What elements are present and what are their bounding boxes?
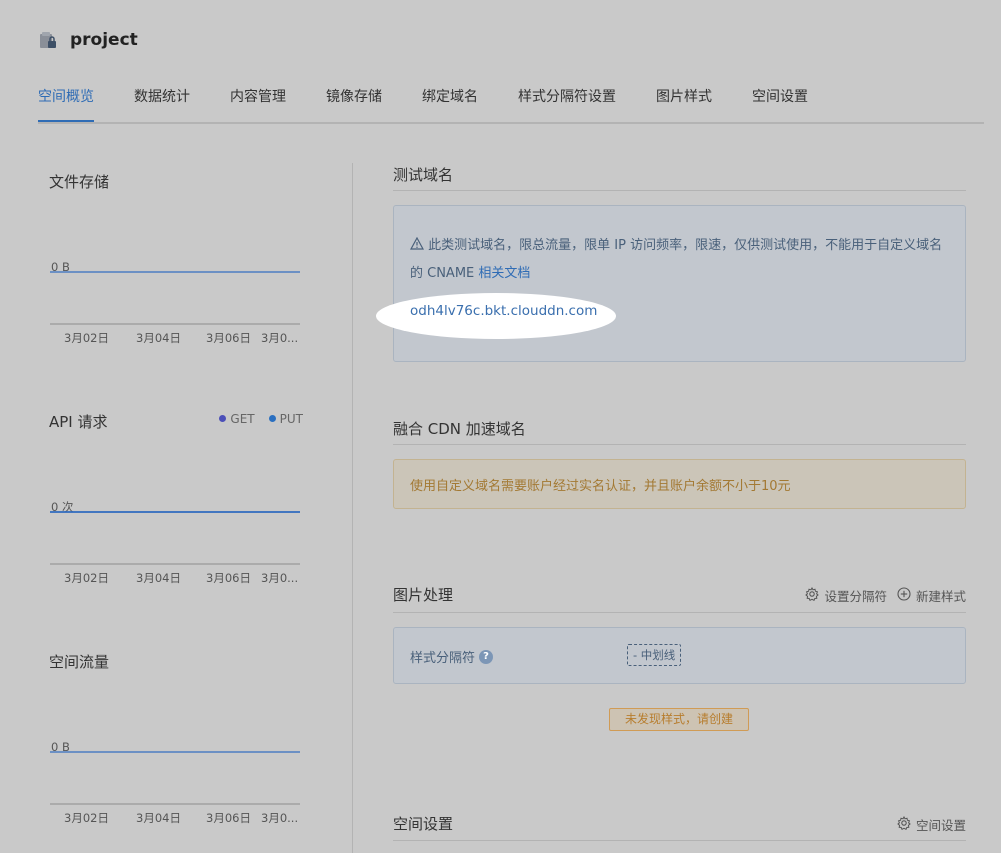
test-domain-link[interactable]: odh4lv76c.bkt.clouddn.com — [410, 303, 597, 319]
test-domain-notice: 此类测试域名，限总流量，限单 IP 访问频率，限速，仅供测试使用，不能用于自定义… — [409, 232, 950, 288]
plus-circle-icon — [897, 587, 911, 604]
separator-value-badge: - 中划线 — [627, 644, 682, 666]
test-domain-box: 此类测试域名，限总流量，限单 IP 访问频率，限速，仅供测试使用，不能用于自定义… — [376, 205, 966, 362]
legend-get[interactable]: GET — [219, 412, 255, 426]
x-tick-label: 3月02日 — [64, 571, 109, 585]
legend-put[interactable]: PUT — [268, 412, 303, 426]
bucket-name: project — [70, 30, 138, 50]
traffic-chart-plot: 0 B3月02日 3月04日 3月06日 3月0... — [50, 740, 300, 825]
x-tick-label: 3月06日 — [206, 811, 251, 825]
api-chart-plot: 0 次3月02日 3月04日 3月06日 3月0... — [50, 500, 300, 585]
storage-chart-plot: 0 B3月02日 3月04日 3月06日 3月0... — [50, 260, 300, 345]
space-settings-label: 空间设置 — [915, 818, 966, 833]
warning-icon — [409, 236, 428, 253]
no-style-notice: 未发现样式，请创建 — [609, 708, 749, 731]
x-tick-label: 3月02日 — [64, 331, 109, 345]
x-tick-label: 3月0... — [261, 811, 298, 825]
doc-link[interactable]: 相关文档 — [478, 266, 530, 281]
bucket-lock-icon — [38, 30, 58, 50]
storage-chart-title: 文件存储 — [49, 173, 110, 191]
traffic-chart: 空间流量 0 B 3月02日 3月04日 3月06日 3月0... — [48, 640, 310, 840]
x-tick-label: 3月04日 — [136, 331, 181, 345]
x-tick-label: 3月02日 — [64, 811, 109, 825]
tab-0[interactable]: 空间概览 — [38, 78, 94, 122]
bucket-tabs: 空间概览 数据统计 内容管理 镜像存储 绑定域名 样式分隔符设置 图片样式 空间设置 — [38, 78, 984, 124]
api-chart-title: API 请求 — [49, 413, 108, 431]
x-tick-label: 3月06日 — [206, 331, 251, 345]
section-divider — [393, 444, 966, 445]
section-divider — [393, 190, 966, 191]
cdn-warning-box: 使用自定义域名需要账户经过实名认证，并且账户余额不小于10元 — [393, 459, 966, 509]
column-divider — [352, 163, 353, 853]
section-divider — [393, 612, 966, 613]
tab-6[interactable]: 图片样式 — [656, 78, 712, 120]
x-tick-label: 3月04日 — [136, 811, 181, 825]
help-icon[interactable]: ? — [479, 649, 494, 664]
cdn-warning-text: 使用自定义域名需要账户经过实名认证，并且账户余额不小于10元 — [410, 479, 791, 494]
test-domain-title: 测试域名 — [393, 166, 454, 184]
storage-chart: 文件存储 0 B 3月02日 3月04日 3月06日 3月0... — [48, 160, 310, 360]
gear-icon — [805, 586, 820, 604]
x-tick-label: 3月06日 — [206, 571, 251, 585]
image-processing-title: 图片处理 — [393, 586, 454, 604]
x-tick-label: 3月04日 — [136, 571, 181, 585]
tab-5[interactable]: 样式分隔符设置 — [518, 78, 616, 120]
traffic-chart-title: 空间流量 — [49, 653, 110, 671]
set-separator-label: 设置分隔符 — [824, 589, 887, 604]
bucket-header: project — [38, 30, 138, 50]
space-settings-actions: 空间设置 — [897, 815, 966, 834]
section-divider — [393, 840, 966, 841]
tab-3[interactable]: 镜像存储 — [326, 78, 382, 120]
bucket-overview-page: project 空间概览 数据统计 内容管理 镜像存储 绑定域名 样式分隔符设置 图片样式空… — [0, 0, 1001, 853]
style-separator-label: 样式分隔符 ? — [410, 647, 494, 666]
new-style-label: 新建样式 — [915, 589, 966, 604]
set-separator-button[interactable]: 设置分隔符 — [805, 586, 887, 605]
tab-4[interactable]: 绑定域名 — [422, 78, 478, 120]
tab-2[interactable]: 内容管理 — [230, 78, 286, 120]
api-chart-legend: GET PUT — [219, 412, 303, 426]
tab-1[interactable]: 数据统计 — [134, 78, 190, 120]
space-settings-button[interactable]: 空间设置 — [897, 815, 966, 834]
tab-7[interactable]: 空间设置 — [752, 78, 808, 120]
x-tick-label: 3月0... — [261, 571, 298, 585]
image-processing-actions: 设置分隔符 新建样式 — [805, 586, 966, 605]
x-tick-label: 3月0... — [261, 331, 298, 345]
api-chart: API 请求 GET PUT 0 次 3月02日 3月04日 3月06日 3月0... — [48, 400, 310, 600]
space-settings-title: 空间设置 — [393, 815, 454, 833]
cdn-title: 融合 CDN 加速域名 — [393, 420, 526, 438]
gear-icon — [897, 815, 911, 833]
style-separator-box: 样式分隔符 ? - 中划线 — [393, 627, 966, 684]
new-style-button[interactable]: 新建样式 — [897, 586, 966, 605]
